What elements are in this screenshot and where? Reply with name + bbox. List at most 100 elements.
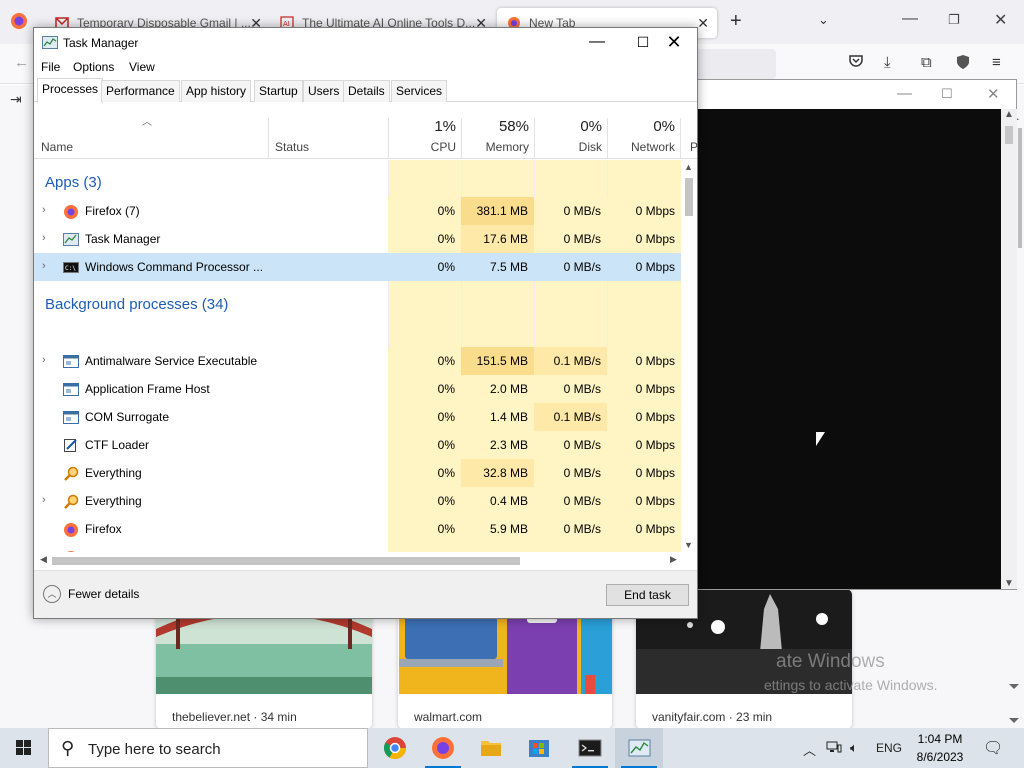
scroll-thumb[interactable]: [52, 557, 520, 565]
tab-details[interactable]: Details: [343, 80, 390, 102]
task-manager-footer: ︿ Fewer details End task: [34, 570, 697, 618]
process-list-vscrollbar[interactable]: ▲ ▼: [681, 160, 697, 552]
pocket-icon[interactable]: [848, 54, 864, 72]
tab-processes[interactable]: Processes: [37, 78, 104, 103]
column-power-partial[interactable]: P: [690, 140, 698, 154]
expand-chevron-icon[interactable]: ›: [42, 232, 46, 244]
task-manager-window[interactable]: Task Manager — ☐ ✕ File Options View Pro…: [33, 27, 698, 619]
close-window-icon[interactable]: ✕: [994, 10, 1007, 30]
process-name: Application Frame Host: [85, 382, 210, 396]
activation-watermark-hint: ettings to activate Windows.: [764, 677, 938, 693]
fewer-details-link[interactable]: Fewer details: [68, 587, 139, 601]
column-name[interactable]: Name: [41, 140, 73, 154]
scroll-down-icon[interactable]: ▼: [1004, 578, 1014, 589]
close-tab-icon[interactable]: ✕: [697, 15, 709, 32]
maximize-icon[interactable]: ☐: [941, 86, 953, 102]
service-icon: [63, 354, 79, 369]
tab-startup[interactable]: Startup: [254, 80, 303, 102]
cmd-taskbar-icon[interactable]: [566, 728, 614, 768]
table-row[interactable]: Everything 0% 32.8 MB 0 MB/s 0 Mbps: [34, 459, 681, 487]
start-button[interactable]: [0, 728, 48, 768]
expand-chevron-icon[interactable]: ›: [42, 354, 46, 366]
table-row[interactable]: › Everything 0% 0.4 MB 0 MB/s 0 Mbps: [34, 487, 681, 515]
list-all-tabs-icon[interactable]: ⌄: [818, 12, 829, 28]
process-list[interactable]: Apps (3) › Firefox (7) 0% 381.1 MB 0 MB/s 0 M…: [34, 160, 681, 552]
end-task-button[interactable]: End task: [606, 584, 689, 606]
process-cpu: 0%: [437, 260, 455, 274]
notifications-icon[interactable]: 🗨︎: [983, 738, 1003, 758]
expand-chevron-icon[interactable]: ›: [42, 204, 46, 216]
chevron-up-circle-icon[interactable]: ︿: [43, 585, 61, 603]
column-divider[interactable]: [680, 118, 681, 159]
command-prompt-window[interactable]: — ☐ ✕ ▲ ▼: [696, 79, 1017, 590]
sign-in-icon[interactable]: ⇥: [10, 91, 22, 108]
ublock-icon[interactable]: [956, 54, 970, 74]
input-language[interactable]: ENG: [876, 741, 902, 755]
menu-icon[interactable]: ≡: [992, 54, 1001, 71]
table-row[interactable]: Firefox 0% 5.9 MB 0 MB/s 0 Mbps: [34, 515, 681, 543]
volume-icon[interactable]: 🔈︎: [850, 740, 858, 756]
restore-icon[interactable]: ❐: [948, 12, 960, 28]
column-cpu[interactable]: CPU: [389, 140, 456, 154]
scroll-left-icon[interactable]: ◀: [40, 554, 47, 565]
tab-performance[interactable]: Performance: [101, 80, 180, 102]
table-row[interactable]: Application Frame Host 0% 2.0 MB 0 MB/s 0 Mb…: [34, 375, 681, 403]
cmd-title-bar[interactable]: — ☐ ✕: [697, 80, 1016, 109]
table-row[interactable]: CTF Loader 0% 2.3 MB 0 MB/s 0 Mbps: [34, 431, 681, 459]
scroll-thumb[interactable]: [685, 178, 693, 216]
scroll-right-icon[interactable]: ▶: [670, 554, 677, 565]
column-divider[interactable]: [268, 118, 269, 159]
tab-services[interactable]: Services: [391, 80, 448, 102]
taskbar-search-box[interactable]: ⚲ Type here to search: [48, 728, 368, 768]
minimize-icon[interactable]: —: [902, 10, 918, 28]
scroll-thumb[interactable]: [1005, 126, 1013, 144]
process-list-hscrollbar[interactable]: ◀ ▶: [34, 552, 697, 569]
console-scrollbar[interactable]: ▲ ▼: [1001, 109, 1017, 589]
extensions-icon[interactable]: ⧉: [921, 54, 932, 71]
expand-chevron-icon[interactable]: ›: [42, 494, 46, 506]
scroll-down-icon[interactable]: ▼: [684, 540, 693, 550]
back-icon[interactable]: ←: [14, 54, 29, 71]
column-memory[interactable]: Memory: [462, 140, 529, 154]
table-row[interactable]: › C:\ Windows Command Processor ... 0% 7.5 M…: [34, 253, 681, 281]
minimize-icon[interactable]: —: [574, 29, 620, 57]
table-row[interactable]: Firefox0%6.0 MB0 MB/s0 Mbps: [34, 543, 681, 552]
table-row[interactable]: › Firefox (7) 0% 381.1 MB 0 MB/s 0 Mbps: [34, 197, 681, 225]
close-window-icon[interactable]: ✕: [987, 85, 1000, 103]
card-source: thebeliever.net · 34 min: [172, 710, 297, 724]
task-manager-taskbar-icon[interactable]: [615, 728, 663, 768]
url-bar[interactable]: [690, 49, 776, 79]
process-cpu: 0%: [437, 522, 455, 536]
scroll-up-icon[interactable]: ▲: [684, 162, 693, 172]
chrome-taskbar-icon[interactable]: [371, 728, 419, 768]
firefox-taskbar-icon[interactable]: [419, 728, 467, 768]
column-status[interactable]: Status: [275, 140, 309, 154]
column-network[interactable]: Network: [608, 140, 675, 154]
file-explorer-taskbar-icon[interactable]: [467, 728, 515, 768]
close-window-icon[interactable]: ✕: [651, 29, 697, 57]
table-row[interactable]: COM Surrogate 0% 1.4 MB 0.1 MB/s 0 Mbps: [34, 403, 681, 431]
column-disk[interactable]: Disk: [535, 140, 602, 154]
sort-ascending-icon[interactable]: ︿: [142, 113, 152, 128]
minimize-icon[interactable]: —: [897, 85, 912, 102]
menu-options[interactable]: Options: [73, 60, 114, 74]
downloads-icon[interactable]: ⤓: [884, 54, 891, 71]
tab-users[interactable]: Users: [303, 80, 345, 102]
menu-file[interactable]: File: [41, 60, 60, 74]
expand-chevron-icon[interactable]: ›: [42, 260, 46, 272]
store-taskbar-icon[interactable]: [515, 728, 563, 768]
menu-view[interactable]: View: [129, 60, 155, 74]
show-hidden-icons-icon[interactable]: ︿: [803, 740, 816, 759]
firefox-logo-icon[interactable]: [10, 12, 28, 33]
network-icon[interactable]: [826, 740, 842, 757]
scroll-up-icon[interactable]: ▲: [1004, 109, 1014, 120]
clock-date[interactable]: 8/6/2023: [909, 750, 971, 764]
search-icon: ⚲: [61, 738, 75, 758]
tab-app-history[interactable]: App history: [181, 80, 252, 102]
table-row[interactable]: › Task Manager 0% 17.6 MB 0 MB/s 0 Mbps: [34, 225, 681, 253]
table-row[interactable]: › Antimalware Service Executable 0% 151.5 M…: [34, 347, 681, 375]
task-manager-title-bar[interactable]: Task Manager — ☐ ✕: [34, 28, 697, 58]
clock-time[interactable]: 1:04 PM: [915, 732, 965, 746]
console-area[interactable]: [697, 109, 1001, 589]
new-tab-button[interactable]: +: [730, 10, 742, 33]
